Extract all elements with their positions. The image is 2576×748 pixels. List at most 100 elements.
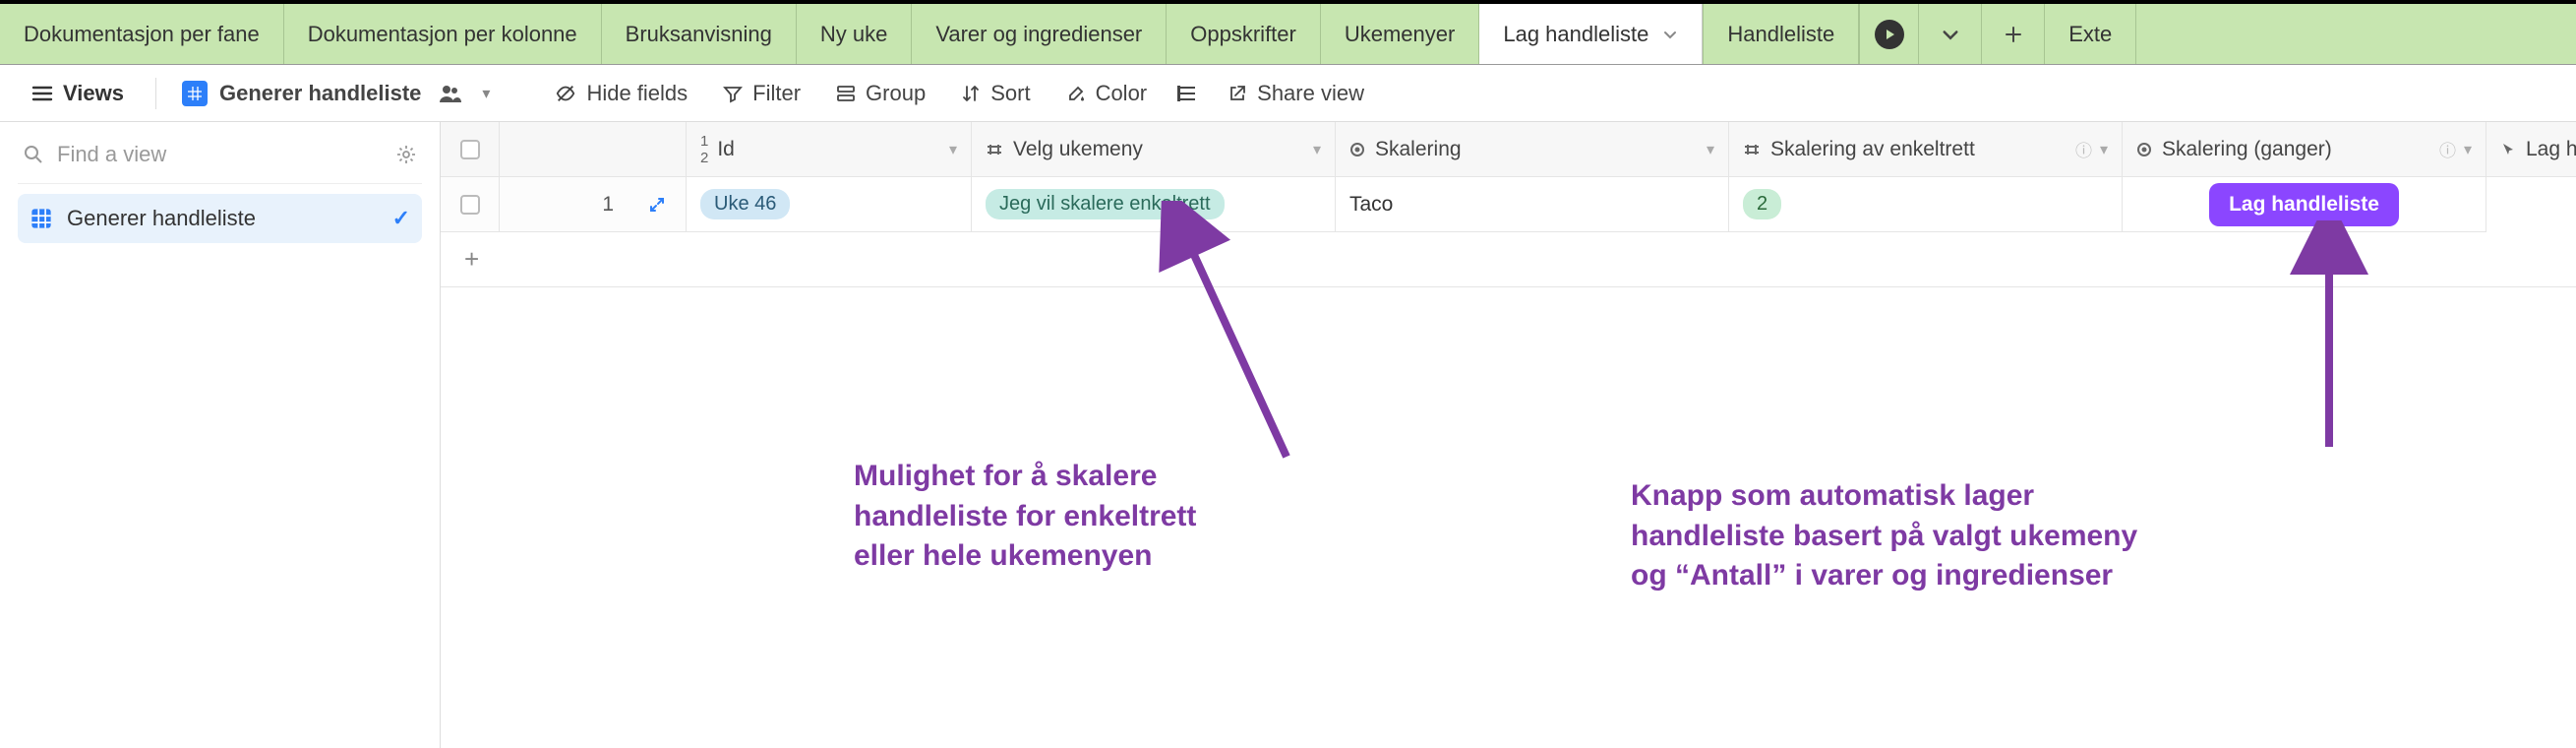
column-label: Skalering av enkeltrett <box>1770 138 1975 161</box>
search-icon <box>24 145 43 164</box>
lag-handleliste-button[interactable]: Lag handleliste <box>2209 183 2399 226</box>
tab-extensions[interactable]: Extе <box>2044 4 2136 64</box>
gear-icon <box>396 145 416 164</box>
current-view-chip[interactable]: Generer handleliste ▾ <box>174 75 498 112</box>
sort-icon <box>961 84 981 103</box>
share-icon <box>1228 84 1247 103</box>
play-icon <box>1875 20 1904 49</box>
column-header-id[interactable]: 12 Id ▾ <box>687 122 972 177</box>
sidebar-view-label: Generer handleliste <box>67 206 256 231</box>
row-height-icon <box>1176 84 1198 103</box>
tab-ukemenyer[interactable]: Ukemenyer <box>1321 4 1479 64</box>
checkbox-icon <box>460 195 480 215</box>
tab-oppskrifter[interactable]: Oppskrifter <box>1167 4 1321 64</box>
cell-velg-ukemeny[interactable]: Uke 46 <box>687 177 972 232</box>
cell-lag-handleliste[interactable]: Lag handleliste <box>2123 177 2486 232</box>
row-height-button[interactable] <box>1167 78 1208 109</box>
select-pill: Jeg vil skalere enkeltrett <box>986 189 1225 219</box>
share-view-button[interactable]: Share view <box>1212 75 1380 112</box>
add-table-button[interactable] <box>1981 4 2044 64</box>
column-header-lag-handleliste[interactable]: Lag handleliste ⓘ ▾ <box>2486 122 2576 177</box>
views-menu-button[interactable]: Views <box>18 75 138 112</box>
group-label: Group <box>866 81 926 106</box>
add-row-button[interactable]: + <box>441 232 2576 287</box>
tab-label: Varer og ingredienser <box>935 22 1142 47</box>
info-icon[interactable]: ⓘ <box>2075 137 2092 161</box>
button-field-icon <box>2500 142 2516 157</box>
cell-skalering-enkeltrett[interactable]: Taco <box>1336 177 1729 232</box>
chevron-down-icon[interactable] <box>1662 27 1678 42</box>
find-view-input[interactable] <box>57 142 383 167</box>
tab-extension-button[interactable] <box>1859 4 1918 64</box>
chevron-down-icon <box>1941 25 1960 44</box>
select-all-header[interactable] <box>441 122 500 177</box>
views-sidebar: Generer handleliste ✓ <box>0 122 441 748</box>
info-icon[interactable]: ⓘ <box>2439 137 2456 161</box>
row-number: 1 <box>500 177 628 232</box>
hide-fields-label: Hide fields <box>586 81 688 106</box>
column-header-velg-ukemeny[interactable]: Velg ukemeny ▾ <box>972 122 1336 177</box>
chevron-down-icon[interactable]: ▾ <box>2100 140 2108 159</box>
chevron-down-icon[interactable]: ▾ <box>2464 140 2472 159</box>
tab-label: Bruksanvisning <box>626 22 772 47</box>
column-label: Lag handleliste <box>2526 138 2576 161</box>
tab-varer-og-ingredienser[interactable]: Varer og ingredienser <box>912 4 1167 64</box>
tab-lag-handleliste[interactable]: Lag handleliste <box>1479 4 1703 64</box>
view-settings-button[interactable] <box>396 145 416 164</box>
link-field-icon <box>986 143 1003 156</box>
cell-skalering-ganger[interactable]: 2 <box>1729 177 2123 232</box>
chevron-down-icon[interactable]: ▾ <box>1707 140 1714 159</box>
group-button[interactable]: Group <box>820 75 941 112</box>
chevron-down-icon[interactable]: ▾ <box>949 140 957 159</box>
tab-dokumentasjon-per-kolonne[interactable]: Dokumentasjon per kolonne <box>284 4 602 64</box>
sidebar-view-item[interactable]: Generer handleliste ✓ <box>18 194 422 243</box>
check-icon: ✓ <box>392 206 410 231</box>
view-toolbar: Views Generer handleliste ▾ Hide fields … <box>0 65 2576 122</box>
tab-label: Ny uke <box>820 22 887 47</box>
cell-skalering[interactable]: Jeg vil skalere enkeltrett <box>972 177 1336 232</box>
column-header-skalering-ganger[interactable]: Skalering (ganger) ⓘ ▾ <box>2123 122 2486 177</box>
tab-ny-uke[interactable]: Ny uke <box>797 4 912 64</box>
share-label: Share view <box>1257 81 1364 106</box>
column-label: Velg ukemeny <box>1013 138 1143 161</box>
link-field-icon <box>1743 143 1761 156</box>
sort-label: Sort <box>990 81 1030 106</box>
current-view-name: Generer handleliste <box>219 81 421 106</box>
autonumber-icon: 12 <box>700 133 707 166</box>
eye-off-icon <box>555 83 576 104</box>
row-number-header <box>500 122 628 177</box>
column-label: Skalering <box>1375 138 1462 161</box>
column-label: Skalering (ganger) <box>2162 138 2332 161</box>
tab-dropdown-button[interactable] <box>1918 4 1981 64</box>
expand-header <box>628 122 687 177</box>
tab-label: Handleliste <box>1727 22 1834 47</box>
column-header-skalering-enkeltrett[interactable]: Skalering av enkeltrett ⓘ ▾ <box>1729 122 2123 177</box>
hide-fields-button[interactable]: Hide fields <box>539 75 703 112</box>
expand-record-button[interactable] <box>628 177 687 232</box>
filter-button[interactable]: Filter <box>707 75 816 112</box>
tab-label: Extе <box>2068 22 2112 47</box>
tab-handleliste[interactable]: Handleliste <box>1703 4 1859 64</box>
grid-view-icon <box>182 81 208 106</box>
tab-label: Lag handleliste <box>1503 22 1648 47</box>
row-select[interactable] <box>441 177 500 232</box>
checkbox-icon <box>460 140 480 159</box>
tab-bruksanvisning[interactable]: Bruksanvisning <box>602 4 797 64</box>
column-header-skalering[interactable]: Skalering ▾ <box>1336 122 1729 177</box>
tab-dokumentasjon-per-fane[interactable]: Dokumentasjon per fane <box>0 4 284 64</box>
annotation-left: Mulighet for å skalere handleliste for e… <box>854 457 1196 577</box>
expand-icon <box>648 196 666 214</box>
sort-button[interactable]: Sort <box>945 75 1046 112</box>
filter-label: Filter <box>752 81 801 106</box>
linked-record-pill[interactable]: Uke 46 <box>700 189 790 219</box>
plus-icon: + <box>464 244 479 275</box>
filter-icon <box>723 84 743 103</box>
collaborators-icon[interactable] <box>439 84 462 103</box>
chevron-down-icon[interactable]: ▾ <box>1313 140 1321 159</box>
chevron-down-icon[interactable]: ▾ <box>482 84 490 103</box>
toolbar-divider <box>155 78 156 109</box>
tab-label: Oppskrifter <box>1190 22 1296 47</box>
color-button[interactable]: Color <box>1050 75 1164 112</box>
paint-icon <box>1066 84 1086 103</box>
tab-label: Dokumentasjon per kolonne <box>308 22 577 47</box>
